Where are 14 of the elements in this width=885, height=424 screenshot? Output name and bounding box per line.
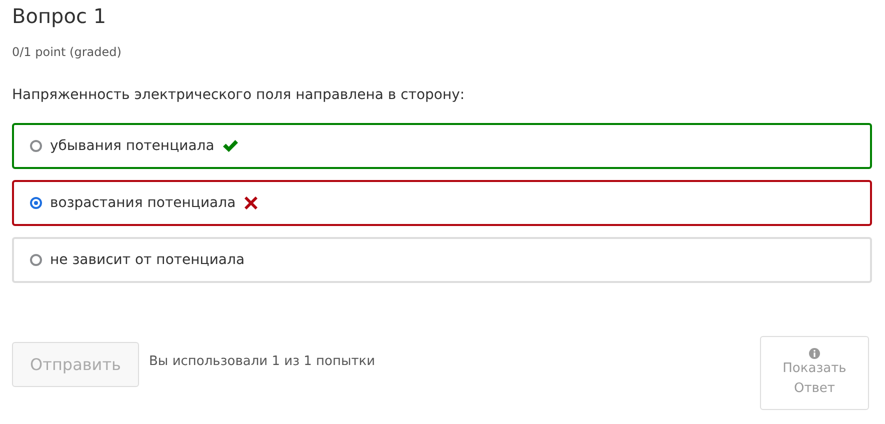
radio-button[interactable] [30,140,42,152]
option-label: не зависит от потенциала [50,252,245,268]
radio-button[interactable] [30,197,42,209]
attempts-text: Вы использовали 1 из 1 попытки [149,354,376,369]
option-label: убывания потенциала [50,138,214,154]
score-text: 0/1 point (graded) [12,45,122,59]
info-icon [809,348,820,358]
option-label: возрастания потенциала [50,195,236,211]
answer-option[interactable]: не зависит от потенциала [12,237,872,283]
answer-option[interactable]: возрастания потенциала [12,180,872,226]
question-text: Напряженность электрического поля направлена в сторону: [12,87,466,103]
question-title: Вопрос 1 [12,4,108,30]
answer-option[interactable]: убывания потенциала [12,123,872,169]
radio-button[interactable] [30,254,42,266]
